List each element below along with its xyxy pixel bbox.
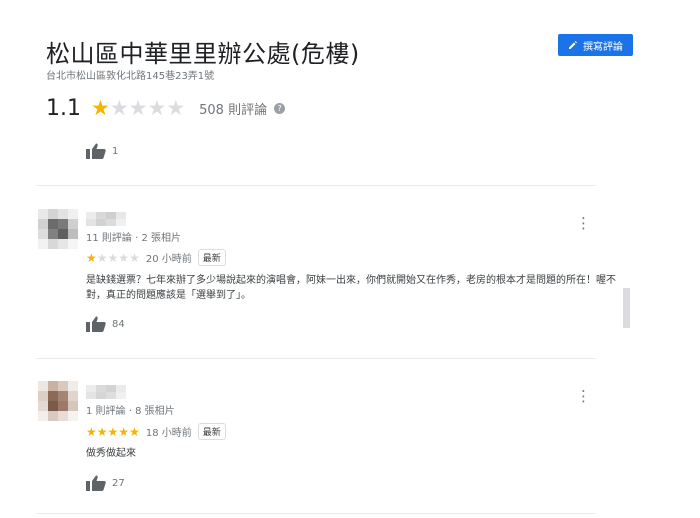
divider <box>36 185 596 186</box>
write-review-label: 撰寫評論 <box>583 41 623 53</box>
review-count-link[interactable]: 508 則評論 <box>199 99 267 118</box>
average-rating: 1.1 <box>46 96 81 121</box>
new-badge: 最新 <box>197 423 226 440</box>
reviewer-avatar[interactable] <box>38 209 78 249</box>
rating-summary: 1.1 ★ ★ ★ ★ ★ 508 則評論 ? <box>46 96 286 121</box>
review-text: 做秀做起來 <box>86 448 136 459</box>
like-button[interactable]: 27 <box>86 475 125 491</box>
star-icon: ★ <box>118 250 130 265</box>
review-rating-row: ★ ★ ★ ★ ★ 18 小時前 最新 <box>86 423 226 440</box>
more-options-icon[interactable]: ⋮ <box>576 389 591 404</box>
more-options-icon[interactable]: ⋮ <box>576 216 591 231</box>
write-review-button[interactable]: 撰寫評論 <box>558 34 633 56</box>
like-count: 1 <box>112 145 119 157</box>
reviewer-meta: 1 則評論 · 8 張相片 <box>86 406 175 417</box>
star-icon: ★ <box>109 96 129 120</box>
pencil-icon <box>569 41 577 49</box>
new-badge: 最新 <box>197 249 226 266</box>
review-text: 是缺錢選票？七年來辦了多少場說起來的演唱會，阿妹一出來，你們就開始又在作秀，老房… <box>86 275 616 301</box>
place-title: 松山區中華里里辦公處(危樓) <box>46 40 360 68</box>
thumbs-up-icon <box>86 475 106 491</box>
reviewer-meta: 11 則評論 · 2 張相片 <box>86 233 181 244</box>
thumbs-up-icon <box>86 143 106 159</box>
star-icon: ★ <box>118 424 130 439</box>
star-icon: ★ <box>107 424 119 439</box>
reviewer-name[interactable] <box>86 385 126 399</box>
star-icon: ★ <box>129 250 140 265</box>
star-icon: ★ <box>86 250 97 265</box>
like-count: 27 <box>112 477 125 489</box>
review-rating-row: ★ ★ ★ ★ ★ 20 小時前 最新 <box>86 249 226 266</box>
place-address: 台北市松山區敦化北路145巷23弄1號 <box>46 71 215 82</box>
help-icon[interactable]: ? <box>274 103 286 114</box>
divider <box>36 513 596 514</box>
reviewer-name[interactable] <box>86 212 126 226</box>
like-button[interactable]: 84 <box>86 316 125 332</box>
review-time: 18 小時前 <box>145 428 192 439</box>
star-icon: ★ <box>129 424 140 439</box>
star-icon: ★ <box>96 250 108 265</box>
star-icon: ★ <box>96 424 108 439</box>
like-count: 84 <box>112 318 125 330</box>
star-icon: ★ <box>147 96 167 120</box>
reviewer-avatar[interactable] <box>38 381 78 421</box>
star-icon: ★ <box>86 424 97 439</box>
star-icon: ★ <box>166 96 186 120</box>
rating-stars: ★ ★ ★ ★ ★ <box>91 98 185 119</box>
star-icon: ★ <box>91 96 110 120</box>
review-time: 20 小時前 <box>145 254 192 265</box>
scrollbar[interactable] <box>623 288 630 328</box>
thumbs-up-icon <box>86 316 106 332</box>
like-button[interactable]: 1 <box>86 143 118 159</box>
divider <box>36 358 596 359</box>
star-icon: ★ <box>128 96 148 120</box>
star-icon: ★ <box>107 250 119 265</box>
